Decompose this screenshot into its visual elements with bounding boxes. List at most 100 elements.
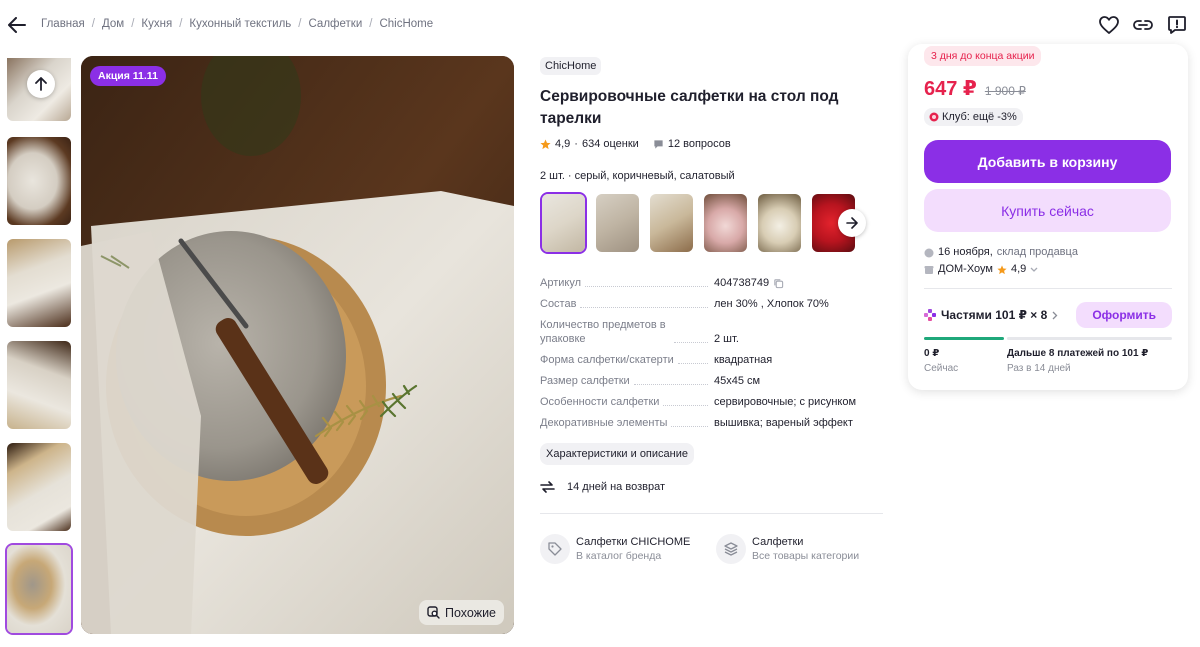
- spec-value: лен 30% , Хлопок 70%: [714, 298, 829, 310]
- arrow-up-icon: [35, 77, 47, 91]
- current-price: 647 ₽: [924, 78, 977, 100]
- thumbnail-3[interactable]: [5, 237, 73, 329]
- divider: [924, 288, 1172, 289]
- main-product-image[interactable]: Акция 11.11 Похожие: [81, 56, 514, 634]
- questions-link[interactable]: 12 вопросов: [668, 138, 731, 150]
- spec-dots: [633, 384, 708, 385]
- brand-link[interactable]: ChicHome: [540, 57, 602, 75]
- spec-dots: [585, 286, 708, 287]
- breadcrumb-textile[interactable]: Кухонный текстиль: [189, 18, 291, 30]
- installments-apply-button[interactable]: Оформить: [1076, 302, 1172, 328]
- star-icon: [997, 264, 1007, 274]
- installment-now: 0 ₽ Сейчас: [924, 348, 1007, 374]
- delivery-row: 16 ноября, склад продавца: [924, 244, 1078, 261]
- back-button[interactable]: [6, 14, 28, 36]
- spec-value: сервировочные; с рисунком: [714, 396, 857, 408]
- thumbnail-6-selected[interactable]: [5, 543, 73, 635]
- thumbnail-image: [7, 137, 71, 225]
- variant-option-3[interactable]: [648, 192, 695, 254]
- thumbnail-2[interactable]: [5, 135, 73, 227]
- spec-row: Декоративные элементы вышивка; вареный э…: [540, 416, 883, 430]
- variant-option-5[interactable]: [756, 192, 803, 254]
- share-link-button[interactable]: [1132, 14, 1154, 36]
- breadcrumb-separator: /: [131, 18, 135, 30]
- seller-row[interactable]: ДОМ-Хоум 4,9: [924, 261, 1078, 278]
- breadcrumb-separator: /: [369, 18, 373, 30]
- buy-now-button[interactable]: Купить сейчас: [924, 189, 1171, 232]
- spec-dots: [671, 426, 708, 427]
- return-arrows-icon: [540, 481, 555, 493]
- similar-items-button[interactable]: Похожие: [418, 600, 504, 625]
- reviews-link[interactable]: 634 оценки: [582, 138, 639, 150]
- buy-panel: 3 дня до конца акции 647 ₽ 1 900 ₽ Клуб:…: [908, 44, 1188, 390]
- variants-next-button[interactable]: [838, 209, 866, 237]
- spec-dots: [677, 363, 708, 364]
- club-icon: [929, 112, 939, 122]
- now-label: Сейчас: [924, 363, 959, 374]
- product-info: ChicHome Сервировочные салфетки на стол …: [540, 56, 883, 564]
- chevron-down-icon: [1030, 267, 1038, 272]
- category-catalog-title: Салфетки: [752, 536, 804, 548]
- report-button[interactable]: [1166, 14, 1188, 36]
- copy-icon[interactable]: [773, 278, 784, 289]
- return-policy-label: 14 дней на возврат: [567, 481, 665, 493]
- variant-image: [542, 194, 585, 252]
- progress-remaining-segment: [1007, 337, 1172, 340]
- product-title: Сервировочные салфетки на стол под тарел…: [540, 88, 839, 127]
- spec-key: Состав: [540, 298, 577, 310]
- spec-key-wrap: Декоративные элементы: [540, 416, 714, 430]
- spec-value: 45x45 см: [714, 375, 761, 387]
- stack-icon: [716, 534, 746, 564]
- spec-key-wrap: Форма салфетки/скатерти: [540, 353, 714, 367]
- spec-row: Количество предметов в упаковке 2 шт.: [540, 318, 883, 346]
- question-icon: [654, 139, 663, 149]
- variant-option-2[interactable]: [594, 192, 641, 254]
- spec-row: Форма салфетки/скатерти квадратная: [540, 353, 883, 367]
- thumbnail-4[interactable]: [5, 339, 73, 431]
- spec-key-wrap: Особенности салфетки: [540, 395, 714, 409]
- article-number: 404738749: [714, 277, 770, 289]
- variant-option-4[interactable]: [702, 192, 749, 254]
- spec-key: Особенности салфетки: [540, 396, 660, 408]
- club-discount-label: Клуб: ещё -3%: [942, 111, 1017, 123]
- brand-catalog-link[interactable]: Салфетки CHICHOME В каталог бренда: [540, 534, 706, 564]
- category-catalog-link[interactable]: Салфетки Все товары категории: [716, 534, 882, 564]
- breadcrumb-home[interactable]: Главная: [41, 18, 85, 30]
- brand-catalog-subtitle: В каталог бренда: [576, 550, 662, 562]
- installment-later: Дальше 8 платежей по 101 ₽ Раз в 14 дней: [1007, 348, 1148, 374]
- description-button[interactable]: Характеристики и описание: [540, 443, 694, 465]
- spec-key: Артикул: [540, 277, 582, 289]
- variant-selector: [540, 192, 883, 254]
- tag-icon: [540, 534, 570, 564]
- price-row: 647 ₽ 1 900 ₽: [924, 76, 1026, 101]
- return-policy[interactable]: 14 дней на возврат: [540, 480, 883, 494]
- breadcrumb-kitchen[interactable]: Кухня: [141, 18, 172, 30]
- breadcrumb-brand[interactable]: ChicHome: [379, 18, 433, 30]
- favorite-button[interactable]: [1098, 14, 1120, 36]
- add-to-cart-button[interactable]: Добавить в корзину: [924, 140, 1171, 183]
- thumbnail-image: [7, 545, 71, 633]
- variant-image: [596, 194, 639, 252]
- search-similar-icon: [427, 606, 440, 619]
- specifications-list: Артикул 404738749 Состав лен 30% , Хлопо…: [540, 276, 883, 430]
- spec-row: Состав лен 30% , Хлопок 70%: [540, 297, 883, 311]
- installments-section: Частями 101 ₽ × 8 Оформить 0 ₽ Сейчас Да…: [924, 302, 1172, 374]
- breadcrumb-dom[interactable]: Дом: [102, 18, 124, 30]
- breadcrumb-separator: /: [179, 18, 183, 30]
- spec-row: Размер салфетки 45x45 см: [540, 374, 883, 388]
- breadcrumb-separator: /: [91, 18, 95, 30]
- thumbnail-1[interactable]: [5, 56, 73, 123]
- box-icon: [924, 248, 934, 257]
- thumbnail-5[interactable]: [5, 441, 73, 533]
- later-amount: Дальше 8 платежей по 101 ₽: [1007, 348, 1149, 359]
- spec-value: вышивка; вареный эффект: [714, 417, 853, 429]
- report-icon: [1168, 16, 1186, 34]
- installments-link[interactable]: Частями 101 ₽ × 8: [924, 308, 1058, 322]
- variant-option-1-selected[interactable]: [540, 192, 587, 254]
- spec-key-wrap: Состав: [540, 297, 714, 311]
- product-rating: 4,9: [555, 138, 571, 150]
- breadcrumb-napkins[interactable]: Салфетки: [309, 18, 363, 30]
- club-discount-badge[interactable]: Клуб: ещё -3%: [924, 108, 1023, 126]
- scroll-up-button[interactable]: [27, 70, 55, 98]
- thumbnail-image: [7, 443, 71, 531]
